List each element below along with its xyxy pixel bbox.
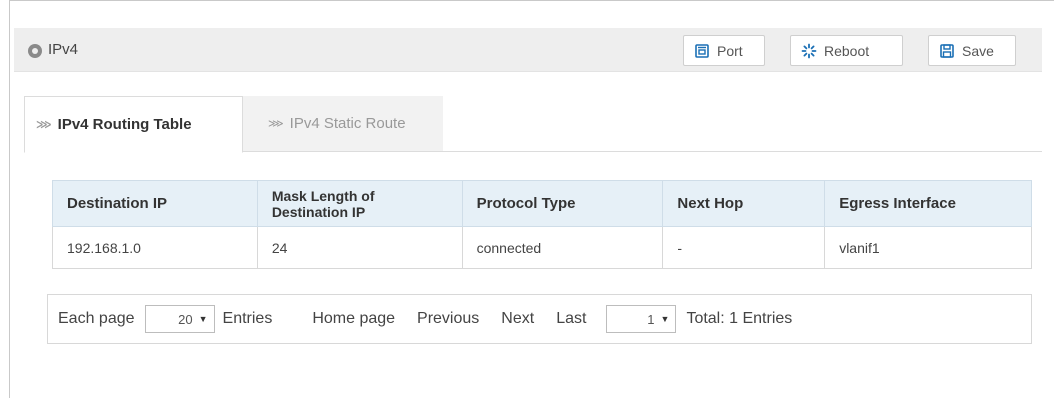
tab-label: IPv4 Static Route	[289, 115, 406, 132]
column-header: Egress Interface	[824, 180, 1032, 227]
reboot-button[interactable]: Reboot	[790, 35, 903, 66]
table-cell: vlanif1	[824, 226, 1032, 269]
last-link[interactable]: Last	[556, 310, 586, 328]
tab-label: IPv4 Routing Table	[57, 116, 192, 133]
page-size-value: 20	[178, 311, 193, 327]
circle-icon	[28, 44, 42, 58]
table-header-row: Destination IP Mask Length of Destinatio…	[52, 180, 1032, 227]
reboot-icon	[801, 43, 817, 59]
tab-ipv4-routing-table[interactable]: ⋙ IPv4 Routing Table	[24, 96, 243, 153]
page-size-select[interactable]: 20 ▼	[144, 305, 215, 333]
entries-label: Entries	[222, 310, 273, 327]
chevron-right-icon: ⋙	[36, 119, 52, 131]
port-button[interactable]: Port	[683, 35, 765, 66]
column-header: Mask Length of Destination IP	[256, 180, 463, 227]
column-header: Next Hop	[662, 180, 826, 227]
panel-titlebar: IPv4 Port Reboot Save	[14, 28, 1042, 72]
panel-title: IPv4	[48, 41, 79, 58]
next-link[interactable]: Next	[501, 310, 534, 328]
reboot-button-label: Reboot	[824, 42, 870, 59]
save-button[interactable]: Save	[928, 35, 1016, 66]
table-cell: -	[662, 226, 826, 269]
tab-ipv4-static-route[interactable]: ⋙ IPv4 Static Route	[243, 96, 443, 151]
chevron-down-icon: ▼	[660, 314, 670, 324]
port-button-label: Port	[717, 42, 743, 59]
routing-table: Destination IP Mask Length of Destinatio…	[52, 180, 1032, 269]
previous-link[interactable]: Previous	[417, 310, 479, 328]
chevron-right-icon: ⋙	[268, 118, 284, 130]
pagination-bar: Each page 20 ▼ Entries Home page Previou…	[47, 294, 1032, 344]
save-icon	[939, 43, 955, 59]
table-cell: 24	[256, 226, 463, 269]
each-page-label: Each page	[58, 310, 135, 327]
column-header: Destination IP	[52, 180, 258, 227]
save-button-label: Save	[962, 42, 994, 59]
column-header: Protocol Type	[461, 180, 664, 227]
tab-bar: ⋙ IPv4 Routing Table ⋙ IPv4 Static Route	[24, 96, 1042, 153]
port-icon	[694, 43, 710, 59]
table-row: 192.168.1.0 24 connected - vlanif1	[52, 226, 1032, 269]
table-cell: connected	[461, 226, 664, 269]
chevron-down-icon: ▼	[198, 314, 208, 324]
total-entries: Total: 1 Entries	[686, 310, 793, 327]
home-page-link[interactable]: Home page	[312, 310, 395, 328]
page-number-select[interactable]: 1 ▼	[606, 305, 677, 333]
page-number-value: 1	[647, 311, 655, 327]
table-cell: 192.168.1.0	[52, 226, 258, 269]
